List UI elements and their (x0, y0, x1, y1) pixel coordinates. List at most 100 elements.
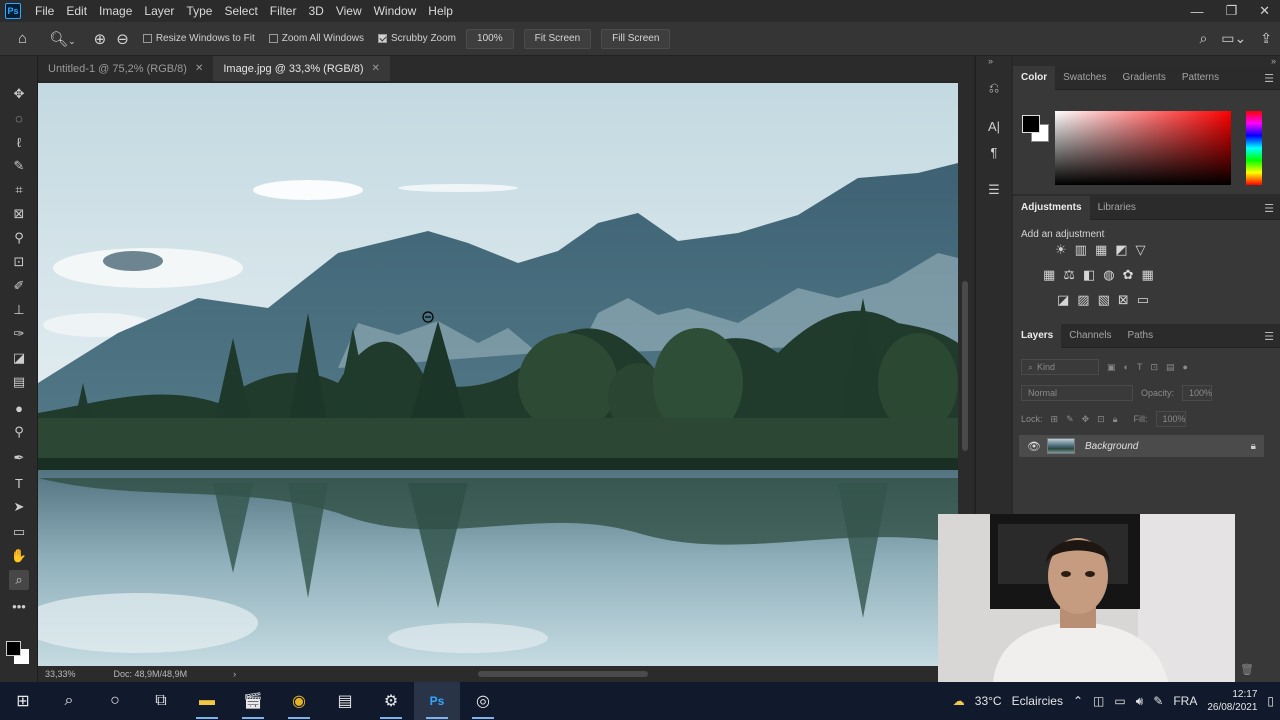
file-explorer-icon[interactable]: ▬ (184, 682, 230, 720)
settings-icon[interactable]: ⚙ (368, 682, 414, 720)
menu-layer[interactable]: Layer (138, 4, 180, 18)
curves-icon[interactable]: ▦ (1095, 242, 1107, 258)
weather-text[interactable]: Eclaircies (1012, 694, 1063, 708)
tab-libraries[interactable]: Libraries (1090, 196, 1144, 220)
exposure-icon[interactable]: ◩ (1115, 242, 1127, 258)
lock-artboard-icon[interactable]: ⊡ (1097, 414, 1105, 425)
selective-color-icon[interactable]: ▭ (1137, 292, 1149, 308)
zoom-tool-preset-icon[interactable]: 🔍︎⌄ (49, 30, 76, 48)
landscape-image[interactable] (38, 83, 958, 666)
filter-shape-icon[interactable]: ⊡ (1150, 362, 1158, 373)
document-canvas[interactable] (38, 81, 973, 666)
brightness-icon[interactable]: ☀ (1055, 242, 1067, 258)
filter-type-icon[interactable]: T (1137, 362, 1143, 372)
app-icon[interactable]: ▤ (322, 682, 368, 720)
cortana-icon[interactable]: ○ (92, 682, 138, 720)
layer-lock-icon[interactable]: 🔒︎ (1251, 441, 1256, 452)
display-icon[interactable]: ▭ (1114, 694, 1125, 708)
gradient-map-icon[interactable]: ⊠ (1118, 292, 1129, 308)
tab-adjustments[interactable]: Adjustments (1013, 195, 1090, 220)
clone-stamp-tool-icon[interactable]: ⊥ (9, 300, 29, 320)
pen-tool-icon[interactable]: ✒ (9, 448, 29, 468)
frame-tool-icon[interactable]: ⊠ (9, 204, 29, 224)
clock[interactable]: 12:17 26/08/2021 (1207, 688, 1257, 714)
gradient-tool-icon[interactable]: ▤ (9, 372, 29, 392)
zoom-in-icon[interactable]: ⊕ (94, 30, 107, 48)
tab-paths[interactable]: Paths (1120, 324, 1162, 348)
weather-temp[interactable]: 33°C (975, 694, 1002, 708)
marquee-tool-icon[interactable]: ◌ (9, 108, 29, 128)
invert-icon[interactable]: ◪ (1057, 292, 1069, 308)
panel-menu-icon[interactable]: ☰ (1264, 330, 1274, 343)
photoshop-taskbar-icon[interactable]: Ps (414, 682, 460, 720)
menu-help[interactable]: Help (422, 4, 459, 18)
tray-expand-icon[interactable]: ⌃ (1073, 694, 1083, 708)
delete-layer-icon[interactable]: 🗑︎ (1240, 663, 1254, 676)
language-indicator[interactable]: FRA (1173, 694, 1197, 708)
obs-icon[interactable]: ◎ (460, 682, 506, 720)
blend-mode-select[interactable]: Normal (1021, 385, 1133, 401)
notifications-icon[interactable]: ▯ (1267, 694, 1274, 708)
color-field[interactable] (1055, 111, 1231, 185)
filter-pixel-icon[interactable]: ▣ (1107, 362, 1116, 373)
type-tool-icon[interactable]: T (9, 473, 29, 493)
blur-tool-icon[interactable]: ● (9, 398, 29, 418)
properties-panel-icon[interactable]: ☰ (984, 180, 1004, 200)
layer-filter-kind[interactable]: ⌕ Kind (1021, 359, 1099, 375)
home-icon[interactable]: ⌂ (18, 30, 27, 47)
filter-toggle-icon[interactable]: ● (1183, 362, 1188, 372)
tab-image-jpg[interactable]: Image.jpg @ 33,3% (RGB/8) ✕ (213, 56, 390, 81)
video-editor-icon[interactable]: 🎬︎ (230, 682, 276, 720)
channel-mixer-icon[interactable]: ✿ (1123, 267, 1134, 283)
menu-window[interactable]: Window (368, 4, 423, 18)
color-balance-icon[interactable]: ⚖ (1063, 267, 1075, 283)
tab-swatches[interactable]: Swatches (1055, 66, 1114, 90)
panel-menu-icon[interactable]: ☰ (1264, 72, 1274, 85)
history-brush-tool-icon[interactable]: ✑ (9, 324, 29, 344)
share-icon[interactable]: ⇪ (1260, 30, 1272, 47)
history-panel-icon[interactable]: ⎌ (984, 78, 1004, 98)
rectangle-tool-icon[interactable]: ▭ (9, 522, 29, 542)
lock-all-icon[interactable]: 🔒︎ (1113, 414, 1118, 425)
paragraph-panel-icon[interactable]: ¶ (984, 142, 1004, 162)
menu-edit[interactable]: Edit (60, 4, 93, 18)
status-zoom[interactable]: 33,33% (45, 669, 76, 679)
menu-filter[interactable]: Filter (264, 4, 303, 18)
move-tool-icon[interactable]: ✥ (9, 84, 29, 104)
windows-start-icon[interactable]: ⊞ (0, 682, 46, 720)
photo-filter-icon[interactable]: ◍ (1103, 267, 1114, 283)
lock-transparent-icon[interactable]: ⊞ (1051, 414, 1059, 425)
chrome-icon[interactable]: ◉ (276, 682, 322, 720)
menu-type[interactable]: Type (180, 4, 218, 18)
tab-gradients[interactable]: Gradients (1114, 66, 1173, 90)
foreground-color[interactable] (1022, 115, 1040, 133)
more-tools-icon[interactable]: ••• (9, 596, 29, 616)
lock-position-icon[interactable]: ✥ (1082, 414, 1090, 425)
close-button[interactable]: ✕ (1259, 3, 1270, 19)
dodge-tool-icon[interactable]: ⚲ (9, 422, 29, 442)
layer-name[interactable]: Background (1085, 441, 1251, 452)
filter-adjustment-icon[interactable]: ◐ (1124, 362, 1129, 372)
healing-brush-tool-icon[interactable]: ⊡ (9, 252, 29, 272)
zoom-all-windows-checkbox[interactable]: Zoom All Windows (268, 33, 364, 44)
foreground-color-swatch[interactable] (6, 641, 21, 656)
resize-windows-checkbox[interactable]: Resize Windows to Fit (142, 33, 255, 44)
panel-menu-icon[interactable]: ☰ (1264, 202, 1274, 215)
hand-tool-icon[interactable]: ✋ (9, 546, 29, 566)
path-selection-tool-icon[interactable]: ➤ (9, 497, 29, 517)
restore-button[interactable]: ❐ (1225, 3, 1237, 19)
lock-pixels-icon[interactable]: ✎ (1066, 414, 1074, 425)
vibrance-icon[interactable]: ▽ (1136, 242, 1146, 258)
close-tab-icon[interactable]: ✕ (372, 63, 380, 74)
horizontal-scroll-thumb[interactable] (478, 671, 648, 677)
menu-file[interactable]: File (29, 4, 60, 18)
tab-color[interactable]: Color (1013, 65, 1056, 90)
menu-3d[interactable]: 3D (302, 4, 329, 18)
crop-tool-icon[interactable]: ⌗ (9, 180, 29, 200)
posterize-icon[interactable]: ▨ (1077, 292, 1089, 308)
workspace-icon[interactable]: ▭⌄ (1221, 30, 1246, 47)
task-view-icon[interactable]: ⧉ (138, 682, 184, 720)
brush-tool-icon[interactable]: ✐ (9, 276, 29, 296)
character-panel-icon[interactable]: A| (984, 116, 1004, 136)
collapse-panels-icon[interactable]: » (988, 56, 993, 66)
